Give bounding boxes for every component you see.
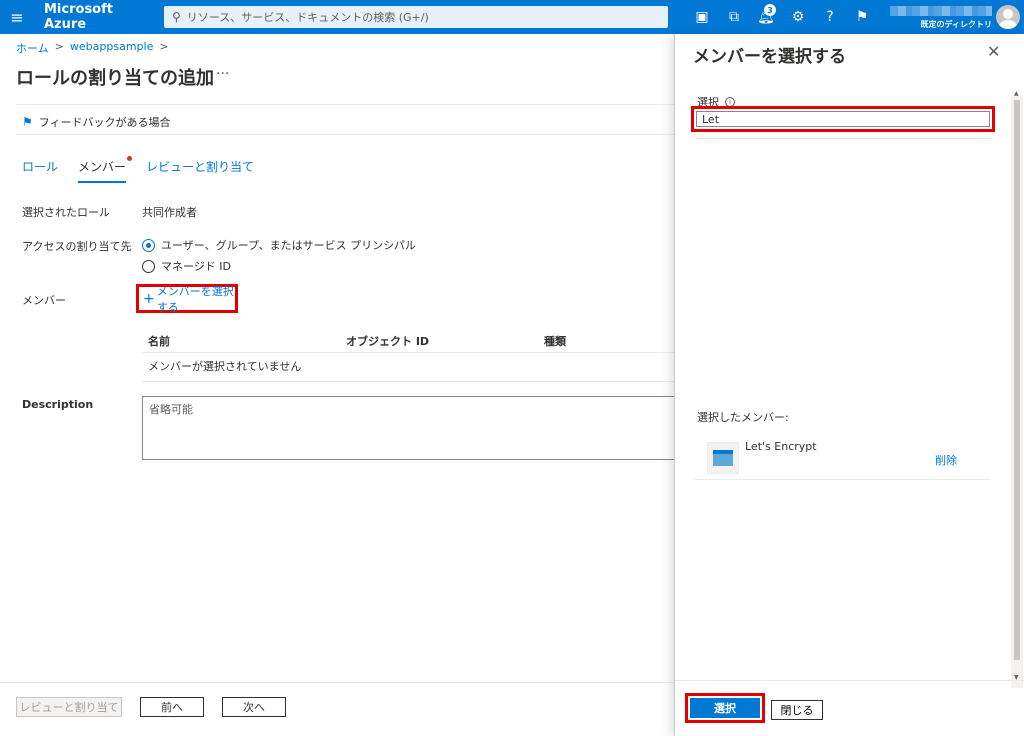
review-assign-button[interactable]: レビューと割り当て xyxy=(16,697,122,717)
breadcrumb-home[interactable]: ホーム xyxy=(16,40,49,56)
description-label: Description xyxy=(22,398,94,411)
member-search-box xyxy=(691,106,995,132)
radio-circle xyxy=(142,238,155,252)
breadcrumb-resource[interactable]: webappsample xyxy=(70,40,153,56)
empty-members-text: メンバーが選択されていません xyxy=(148,360,302,373)
radio-managed-label: マネージド ID xyxy=(161,260,231,273)
app-icon xyxy=(707,442,739,474)
top-icons: ▣ ⧉ 🔔︎ 3 ⚙ ? ⚑ xyxy=(686,0,878,34)
select-button-highlight: 選択 xyxy=(685,693,765,723)
global-search-input[interactable]: ⚲ リソース、サービス、ドキュメントの検索 (G+/) xyxy=(164,6,668,28)
account-name-blurred xyxy=(890,6,992,16)
assign-access-label: アクセスの割り当て先 xyxy=(22,240,132,253)
divider xyxy=(16,104,674,105)
member-search-input[interactable] xyxy=(696,111,990,127)
selected-role-label: 選択されたロール xyxy=(22,206,110,219)
avatar[interactable] xyxy=(996,5,1020,29)
divider xyxy=(16,134,674,135)
radio-managed-id[interactable]: マネージド ID xyxy=(142,258,231,274)
col-object-id[interactable]: オブジェクト ID xyxy=(346,333,429,349)
footer-divider xyxy=(0,682,674,683)
selected-member-card: Let's Encrypt 削除 xyxy=(695,432,991,480)
feedback-icon: ⚑ xyxy=(22,115,33,129)
close-icon[interactable]: ✕ xyxy=(987,42,1000,61)
tab-members-label: メンバー xyxy=(78,160,127,174)
select-button[interactable]: 選択 xyxy=(690,698,760,718)
search-placeholder: リソース、サービス、ドキュメントの検索 (G+/) xyxy=(186,11,429,24)
members-label: メンバー xyxy=(22,294,66,307)
radio-user-label: ユーザー、グループ、またはサービス プリンシパル xyxy=(161,239,416,252)
help-icon[interactable]: ? xyxy=(814,0,846,34)
radio-circle xyxy=(142,259,155,273)
col-name[interactable]: 名前 xyxy=(148,333,170,349)
select-members-link[interactable]: + メンバーを選択する xyxy=(136,284,238,314)
panel-footer-divider xyxy=(675,680,1024,681)
select-members-text: メンバーを選択する xyxy=(156,284,234,314)
tab-bar: ロール メンバー レビューと割り当て xyxy=(22,156,274,183)
selected-role-value: 共同作成者 xyxy=(142,206,197,219)
feedback-text: フィードバックがある場合 xyxy=(38,116,171,129)
tab-review-assign[interactable]: レビューと割り当て xyxy=(146,158,254,183)
top-bar: ≡ Microsoft Azure ⚲ リソース、サービス、ドキュメントの検索 … xyxy=(0,0,1024,34)
tab-members[interactable]: メンバー xyxy=(78,156,133,183)
description-textarea[interactable]: 省略可能 xyxy=(142,396,682,460)
members-table-header: 名前 オブジェクト ID 種類 xyxy=(142,333,674,353)
brand-title[interactable]: Microsoft Azure xyxy=(34,2,158,32)
breadcrumb: ホーム > webappsample > xyxy=(16,40,169,56)
previous-button[interactable]: 前へ xyxy=(140,697,204,717)
panel-scrollbar[interactable] xyxy=(1011,96,1023,688)
divider xyxy=(142,381,674,382)
more-options-icon[interactable]: ··· xyxy=(216,66,229,82)
account-info[interactable]: 既定のディレクトリ xyxy=(880,2,992,32)
col-type[interactable]: 種類 xyxy=(544,333,566,349)
tab-role[interactable]: ロール xyxy=(22,158,58,183)
feedback-icon[interactable]: ⚑ xyxy=(846,0,878,34)
next-button[interactable]: 次へ xyxy=(222,697,286,717)
directory-filter-icon[interactable]: ⧉ xyxy=(718,0,750,34)
select-members-panel: メンバーを選択する ✕ 選択 i ▲ ▼ 選択したメンバー: Let's Enc… xyxy=(674,34,1024,736)
selected-members-label: 選択したメンバー: xyxy=(697,411,789,424)
plus-icon: + xyxy=(143,290,155,307)
radio-user-group-sp[interactable]: ユーザー、グループ、またはサービス プリンシパル xyxy=(142,237,416,253)
chevron-right-icon: > xyxy=(159,40,169,53)
remove-member-link[interactable]: 削除 xyxy=(935,452,957,468)
required-dot xyxy=(127,156,133,161)
chevron-right-icon: > xyxy=(54,40,64,53)
scrollbar-thumb[interactable] xyxy=(1014,100,1020,660)
page-title: ロールの割り当ての追加 xyxy=(16,68,214,89)
notifications-icon[interactable]: 🔔︎ 3 xyxy=(750,0,782,34)
settings-icon[interactable]: ⚙ xyxy=(782,0,814,34)
directory-name: 既定のディレクトリ xyxy=(920,20,992,29)
scroll-up-icon[interactable]: ▲ xyxy=(1014,90,1019,97)
cloud-shell-icon[interactable]: ▣ xyxy=(686,0,718,34)
member-name: Let's Encrypt xyxy=(745,440,817,453)
menu-icon[interactable]: ≡ xyxy=(0,0,34,34)
feedback-link[interactable]: ⚑ フィードバックがある場合 xyxy=(22,114,171,130)
search-icon: ⚲ xyxy=(172,10,181,24)
close-button[interactable]: 閉じる xyxy=(771,700,823,720)
panel-divider xyxy=(695,138,991,139)
panel-title: メンバーを選択する xyxy=(693,47,846,67)
notification-badge: 3 xyxy=(764,4,776,16)
